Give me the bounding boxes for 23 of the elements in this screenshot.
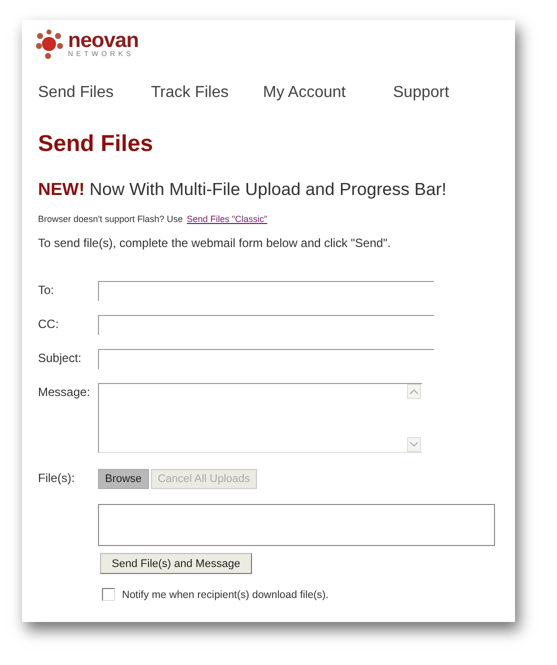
field-label: CC: bbox=[38, 316, 60, 331]
instructions: To send file(s), complete the webmail form below and click "Send". bbox=[38, 236, 392, 250]
scroll-up-icon[interactable] bbox=[407, 384, 421, 399]
notify-checkbox[interactable] bbox=[102, 588, 115, 601]
logo-icon bbox=[34, 28, 66, 60]
submit-button[interactable]: Send File(s) and Message bbox=[100, 553, 252, 574]
field-label: Message: bbox=[38, 384, 92, 399]
scroll-down-icon[interactable] bbox=[407, 437, 421, 452]
nav-link[interactable]: Support bbox=[393, 84, 493, 102]
notify-label: Notify me when recipient(s) download file(s). bbox=[122, 588, 329, 600]
field-label: Subject: bbox=[38, 350, 82, 365]
field-label: To: bbox=[38, 282, 56, 297]
classic-link[interactable]: Send Files "Classic" bbox=[186, 214, 268, 224]
logo-name: neovan bbox=[68, 30, 139, 51]
nav-link[interactable]: Track Files bbox=[151, 84, 263, 102]
nav-link[interactable]: My Account bbox=[263, 84, 393, 102]
field-label: File(s): bbox=[38, 470, 76, 485]
announcement: NEW! Now With Multi-File Upload and Progress Bar! bbox=[38, 179, 448, 200]
message-field[interactable] bbox=[98, 383, 422, 453]
flash-note: Browser doesn't support Flash? Use bbox=[38, 214, 183, 224]
page-title: Send Files bbox=[38, 130, 154, 157]
browse-button[interactable]: Browse bbox=[98, 469, 149, 489]
nav-link[interactable]: Send Files bbox=[38, 84, 151, 102]
